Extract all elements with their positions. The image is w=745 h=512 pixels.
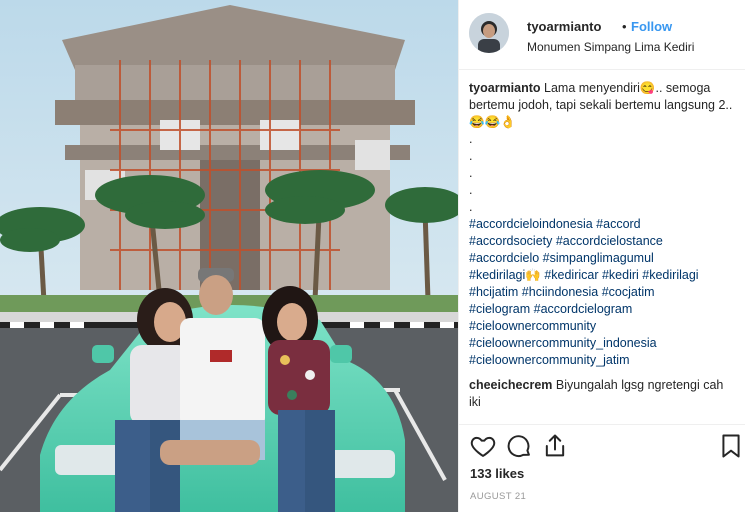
post-photo-illustration <box>0 0 458 512</box>
location-link[interactable]: Monumen Simpang Lima Kediri <box>527 40 694 54</box>
actions-divider <box>459 424 745 425</box>
hashtag-line[interactable]: #cielogram #accordcielogram <box>469 301 737 318</box>
comment-bubble-icon[interactable] <box>505 432 533 460</box>
share-icon[interactable] <box>541 432 569 460</box>
post-date: AUGUST 21 <box>470 491 527 502</box>
comment: cheeichecrem Biyungalah lgsg ngretengi c… <box>469 377 737 411</box>
like-count[interactable]: 133 likes <box>470 466 524 481</box>
post-sidebar: tyoarmianto • Follow Monumen Simpang Lim… <box>458 0 745 512</box>
header-username[interactable]: tyoarmianto <box>527 19 601 34</box>
caption-dots: . . . . . <box>469 131 737 216</box>
comments-area: tyoarmianto Lama menyendiri😋.. semoga be… <box>469 80 737 411</box>
hashtag-line[interactable]: #accordsociety #accordcielostance <box>469 233 737 250</box>
hashtag-line[interactable]: #accordcielo #simpanglimagumul <box>469 250 737 267</box>
hashtag-list: #accordcieloindonesia #accord #accordsoc… <box>469 216 737 369</box>
hashtag-line[interactable]: #cieloownercommunity <box>469 318 737 335</box>
monument <box>55 5 415 290</box>
heart-icon[interactable] <box>469 432 497 460</box>
follow-button[interactable]: Follow <box>631 19 672 34</box>
hashtag-line[interactable]: #cieloownercommunity_jatim <box>469 352 737 369</box>
caption-dot: . <box>469 200 473 214</box>
bookmark-icon[interactable] <box>717 432 745 460</box>
post-photo[interactable] <box>0 0 458 512</box>
caption-username[interactable]: tyoarmianto <box>469 81 541 95</box>
caption: tyoarmianto Lama menyendiri😋.. semoga be… <box>469 80 737 131</box>
caption-dot: . <box>469 132 473 146</box>
hashtag-line[interactable]: #accordcieloindonesia #accord <box>469 216 737 233</box>
caption-dot: . <box>469 183 473 197</box>
hashtag-line[interactable]: #cieloownercommunity_indonesia <box>469 335 737 352</box>
action-bar <box>469 432 740 460</box>
caption-dot: . <box>469 149 473 163</box>
comment-username[interactable]: cheeichecrem <box>469 378 552 392</box>
caption-dot: . <box>469 166 473 180</box>
post-header: tyoarmianto • Follow Monumen Simpang Lim… <box>469 10 739 58</box>
avatar-image <box>469 13 509 53</box>
avatar[interactable] <box>469 13 509 53</box>
header-separator: • <box>622 19 627 34</box>
hashtag-line[interactable]: #hcijatim #hciindonesia #cocjatim <box>469 284 737 301</box>
instagram-post: tyoarmianto • Follow Monumen Simpang Lim… <box>0 0 745 512</box>
hashtag-line[interactable]: #kedirilagi🙌 #kediricar #kediri #kediril… <box>469 267 737 284</box>
header-divider <box>459 69 745 70</box>
